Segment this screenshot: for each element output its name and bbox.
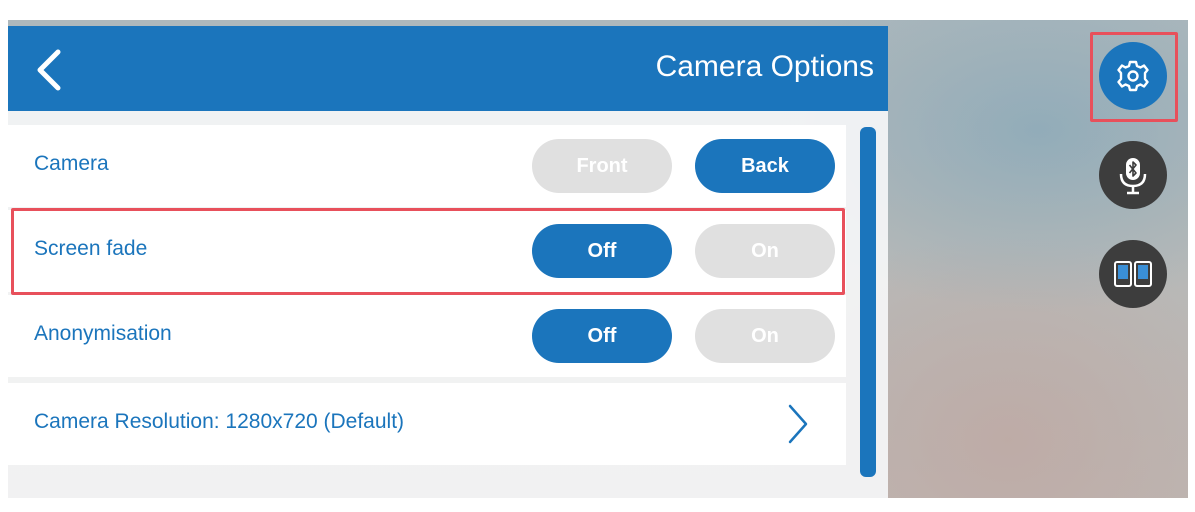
screen-fade-row: Screen fade Off On	[8, 210, 846, 292]
split-screen-icon	[1114, 261, 1152, 287]
app-screen: Camera Options Camera Front Back Screen …	[0, 0, 1195, 512]
options-scrollbar[interactable]	[860, 127, 876, 477]
camera-row: Camera Front Back	[8, 125, 846, 207]
camera-resolution-label: Camera Resolution: 1280x720 (Default)	[34, 410, 405, 433]
anonymisation-label: Anonymisation	[34, 322, 172, 345]
page-title: Camera Options	[655, 50, 874, 83]
camera-back-button[interactable]: Back	[695, 139, 835, 193]
chevron-left-icon	[37, 49, 61, 91]
screen-fade-on-button[interactable]: On	[695, 224, 835, 278]
anonymisation-row: Anonymisation Off On	[8, 295, 846, 377]
camera-options-panel: Camera Options Camera Front Back Screen …	[8, 26, 888, 498]
settings-button[interactable]	[1099, 42, 1167, 110]
gear-icon	[1117, 60, 1149, 92]
chevron-right-icon	[788, 404, 808, 444]
bluetooth-microphone-icon	[1119, 158, 1147, 195]
split-screen-button[interactable]	[1099, 240, 1167, 308]
screen-fade-off-button[interactable]: Off	[532, 224, 672, 278]
screen-fade-label: Screen fade	[34, 237, 148, 260]
camera-front-button[interactable]: Front	[532, 139, 672, 193]
anonymisation-off-button[interactable]: Off	[532, 309, 672, 363]
anonymisation-on-button[interactable]: On	[695, 309, 835, 363]
back-button[interactable]	[28, 46, 72, 94]
bluetooth-microphone-button[interactable]	[1099, 141, 1167, 209]
header-bar: Camera Options	[8, 26, 888, 111]
camera-resolution-row[interactable]: Camera Resolution: 1280x720 (Default)	[8, 383, 846, 465]
camera-label: Camera	[34, 152, 109, 175]
